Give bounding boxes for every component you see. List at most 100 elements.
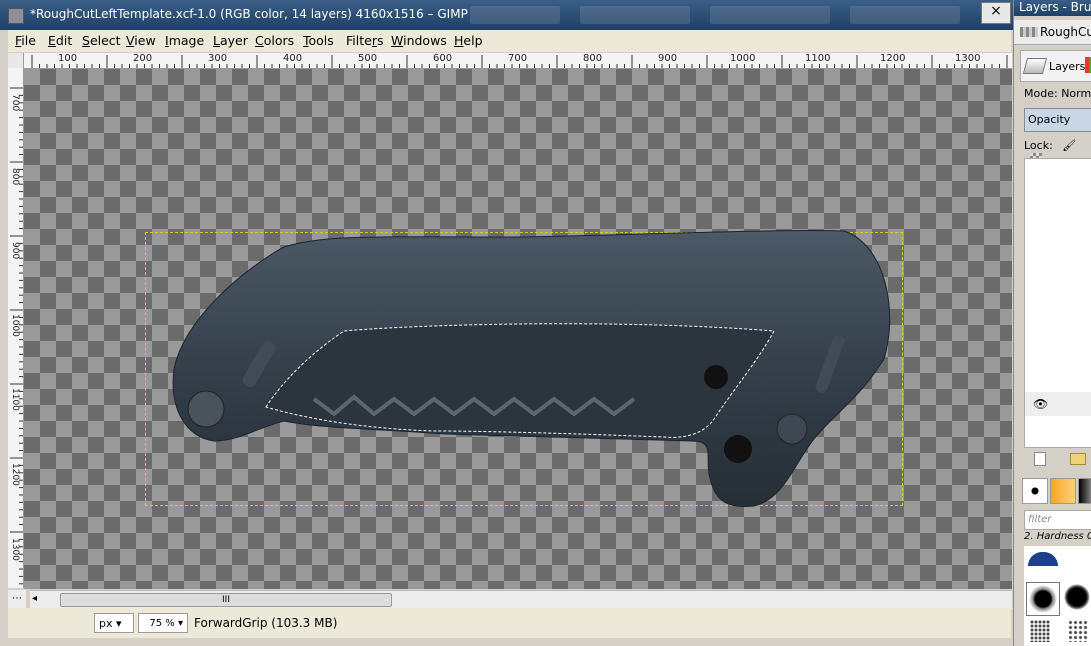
menu-edit[interactable]: Edit: [48, 33, 72, 48]
ruler-top-label: 400: [283, 53, 303, 64]
image-thumbnail: [1020, 27, 1038, 37]
scroll-left-arrow-icon[interactable]: ◂: [32, 593, 37, 604]
new-layer-group-icon[interactable]: [1070, 453, 1086, 465]
menu-filters-label-start: Filte: [346, 33, 372, 48]
menu-image[interactable]: Image: [165, 33, 204, 48]
menu-view-label: iew: [134, 33, 156, 48]
menu-colors[interactable]: Colors: [255, 33, 294, 48]
menu-layer-label: ayer: [219, 33, 248, 48]
background-taskbar-ghost: [470, 6, 560, 24]
ruler-left-label: 1100: [10, 388, 20, 411]
brush-preview[interactable]: [1064, 584, 1090, 610]
menu-layer[interactable]: Layer: [213, 33, 248, 48]
unit-selector[interactable]: px ▾: [94, 613, 134, 633]
vertical-ruler[interactable]: 700 800 900 1000 1100 1200 1300: [8, 68, 24, 588]
ruler-top-label: 500: [358, 53, 378, 64]
ruler-left-label: 1300: [10, 538, 20, 561]
menu-image-label: mage: [168, 33, 205, 48]
menu-windows-label: indows: [403, 33, 447, 48]
menu-file-label: ile: [21, 33, 36, 48]
window-title: *RoughCutLeftTemplate.xcf-1.0 (RGB color…: [30, 7, 468, 21]
mode-row[interactable]: Mode: Normal: [1024, 87, 1091, 100]
ruler-top-label: 1300: [955, 53, 981, 64]
tab-layers[interactable]: Layers: [1020, 50, 1091, 82]
ruler-top-label: 700: [508, 53, 528, 64]
layers-list[interactable]: 👁: [1024, 158, 1091, 448]
menu-select-label: elect: [89, 33, 121, 48]
background-taskbar-ghost: [710, 6, 830, 24]
menu-view[interactable]: View: [126, 33, 156, 48]
ruler-left-label: 900: [10, 242, 20, 260]
menu-layer-mnemonic: L: [213, 33, 220, 48]
zoom-value: 75 %: [149, 618, 175, 629]
forward-grip-image: [172, 230, 891, 508]
tab-gradients[interactable]: [1078, 478, 1091, 504]
image-canvas[interactable]: [24, 69, 1012, 589]
close-button[interactable]: ×: [981, 2, 1011, 24]
brush-tabs: [1020, 478, 1091, 504]
horizontal-ruler[interactable]: 100 200 300 400 500 600 700 800 900 1000…: [24, 53, 1012, 69]
status-info: ForwardGrip (103.3 MB): [194, 616, 338, 630]
brush-preview[interactable]: [1068, 620, 1088, 642]
channels-icon[interactable]: [1085, 57, 1091, 73]
status-bar: px ▾ 75 % ▾ ForwardGrip (103.3 MB): [8, 608, 1011, 638]
ruler-corner-toggle[interactable]: [8, 53, 24, 69]
opacity-field[interactable]: Opacity: [1024, 108, 1091, 132]
ruler-top-label: 800: [583, 53, 603, 64]
brush-preview[interactable]: [1030, 620, 1050, 642]
gimp-image-window: *RoughCutLeftTemplate.xcf-1.0 (RGB color…: [0, 0, 1013, 646]
menu-tools[interactable]: Tools: [303, 33, 334, 48]
ruler-left-label: 800: [10, 168, 20, 186]
brush-preview-selected[interactable]: [1026, 582, 1060, 616]
menu-tools-label: ools: [308, 33, 334, 48]
brush-preview[interactable]: [1028, 552, 1058, 566]
tab-patterns[interactable]: [1050, 478, 1076, 504]
selected-brush-name: 2. Hardness 050: [1024, 531, 1091, 542]
ruler-left-label: 700: [10, 94, 20, 112]
unit-value: px: [99, 617, 113, 630]
background-taskbar-ghost: [850, 6, 960, 24]
mode-label: Mode:: [1024, 87, 1058, 100]
image-selector[interactable]: RoughCutLeftTemplate: [1014, 20, 1091, 45]
zoom-selector[interactable]: 75 % ▾: [138, 613, 188, 633]
menu-select-mnemonic: S: [82, 33, 90, 48]
menu-filters-label-end: s: [376, 33, 384, 48]
brush-grid[interactable]: [1024, 546, 1091, 646]
pivot-screw: [187, 390, 225, 428]
ruler-top-label: 900: [658, 53, 678, 64]
rivet-knob: [776, 413, 808, 445]
menu-filters[interactable]: Filters: [346, 33, 383, 48]
menu-help-label: elp: [463, 33, 483, 48]
grip-window: [265, 323, 775, 438]
menu-windows-mnemonic: W: [391, 33, 404, 48]
navigation-corner-icon[interactable]: ⋯: [8, 590, 26, 608]
ruler-top-label: 300: [208, 53, 228, 64]
horizontal-scroll-thumb[interactable]: III: [60, 593, 392, 607]
menu-colors-label: olors: [263, 33, 295, 48]
menu-bar: File Edit Select View Image Layer Colors…: [8, 30, 1011, 52]
ruler-top-label: 1000: [730, 53, 756, 64]
chevron-down-icon: ▾: [116, 617, 122, 630]
ruler-left-label: 1000: [10, 314, 20, 337]
menu-help-mnemonic: H: [454, 33, 464, 48]
menu-file[interactable]: File: [15, 33, 36, 48]
layer-row[interactable]: 👁: [1025, 392, 1091, 416]
chevron-down-icon: ▾: [177, 618, 183, 629]
horizontal-scrollbar[interactable]: ◂ III: [30, 590, 1012, 609]
brush-filter-input[interactable]: filter: [1024, 510, 1091, 530]
layers-brushes-dock: Layers - Brushes RoughCutLeftTemplate La…: [1013, 0, 1091, 646]
tab-brushes[interactable]: [1022, 478, 1048, 504]
menu-edit-mnemonic: E: [48, 33, 56, 48]
ruler-top-label: 1100: [805, 53, 831, 64]
menu-windows[interactable]: Windows: [391, 33, 447, 48]
screw-hole-upper: [704, 365, 728, 389]
menu-help[interactable]: Help: [454, 33, 483, 48]
ruler-top-label: 100: [58, 53, 78, 64]
paintbrush-icon[interactable]: 🖌: [1062, 139, 1076, 152]
new-layer-icon[interactable]: [1034, 452, 1046, 466]
eye-icon[interactable]: 👁: [1033, 397, 1048, 411]
ruler-top-label: 1200: [880, 53, 906, 64]
screw-hole-lower: [724, 435, 752, 463]
menu-select[interactable]: Select: [82, 33, 121, 48]
layers-icon: [1022, 58, 1048, 74]
